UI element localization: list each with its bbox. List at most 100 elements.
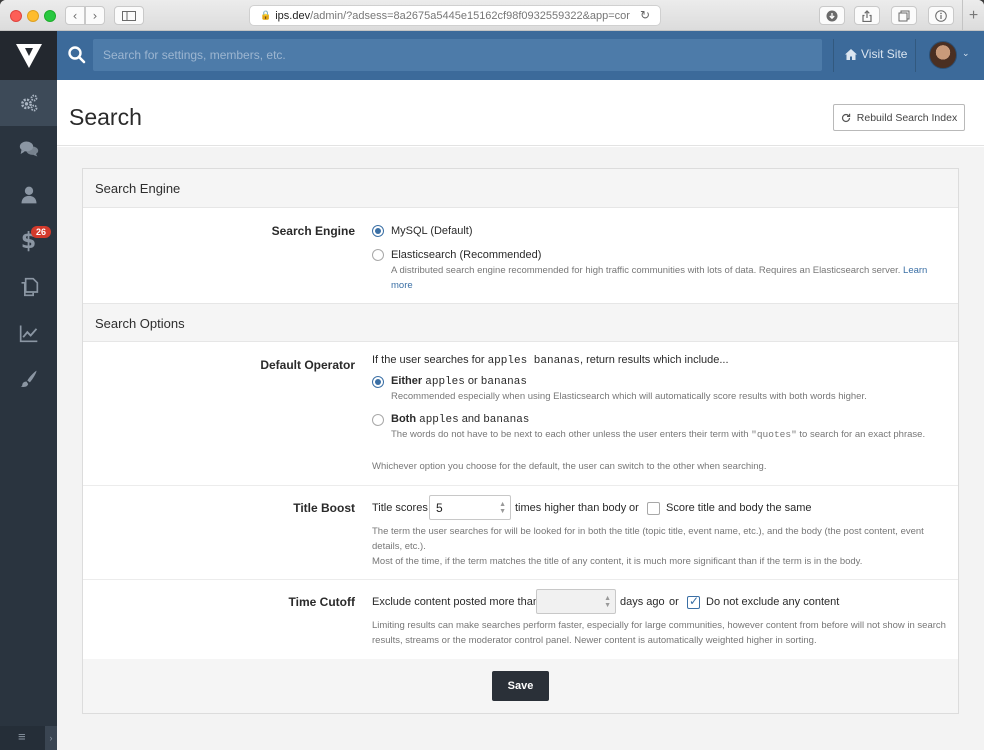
score-same-label: Score title and body the same	[666, 502, 812, 514]
zoom-window-button[interactable]	[44, 10, 56, 22]
brush-icon	[20, 370, 36, 387]
either-term-b: bananas	[480, 376, 527, 388]
close-window-button[interactable]	[10, 10, 22, 22]
both-label: Both apples and bananas	[391, 413, 529, 426]
time-cutoff-prefix: Exclude content posted more than	[372, 596, 539, 608]
forward-icon[interactable]: ›	[85, 6, 105, 25]
engine-option-mysql[interactable]: MySQL (Default)	[372, 225, 473, 237]
sidebar-footer: ≡ ›	[0, 726, 57, 750]
either-term-a: apples	[425, 376, 465, 388]
title-boost-value: 5	[436, 500, 443, 515]
ips-logo[interactable]	[0, 31, 57, 80]
home-icon	[845, 48, 857, 60]
operator-option-either[interactable]: Either apples or bananas	[372, 375, 527, 388]
default-operator-label: Default Operator	[260, 358, 355, 372]
header-divider	[915, 39, 916, 72]
mysql-label: MySQL (Default)	[391, 225, 473, 237]
lock-icon: 🔒	[260, 10, 272, 20]
elasticsearch-radio[interactable]	[372, 249, 384, 261]
section-header-search-options: Search Options	[83, 303, 958, 342]
time-cutoff-label: Time Cutoff	[288, 595, 355, 609]
operator-footer-note: Whichever option you choose for the defa…	[372, 461, 767, 472]
sidebar-item-pages[interactable]	[0, 264, 57, 310]
operator-intro-pre: If the user searches for	[372, 354, 485, 366]
header-divider	[833, 39, 834, 72]
title-boost-suffix: times higher than body	[515, 502, 627, 514]
either-or: or	[467, 375, 478, 387]
either-radio[interactable]	[372, 375, 384, 388]
page-title: Search	[69, 104, 142, 130]
sidebar-item-members[interactable]	[0, 172, 57, 218]
operator-intro: If the user searches for apples bananas,…	[372, 354, 729, 367]
title-boost-or: or	[629, 502, 639, 514]
search-input[interactable]	[93, 39, 822, 71]
title-boost-desc-2: Most of the time, if the term matches th…	[372, 556, 863, 567]
row-divider	[83, 579, 958, 580]
menu-icon[interactable]: ≡	[18, 729, 26, 744]
sidebar-item-customization[interactable]	[0, 356, 57, 402]
browser-window: ‹ › 🔒 ips.dev/admin/?adsess=8a2675a5445e…	[0, 0, 984, 750]
sidebar-item-commerce[interactable]: $ 26	[0, 218, 57, 264]
new-tab-icon[interactable]: +	[962, 0, 984, 31]
form-footer: Save	[83, 659, 958, 713]
stepper-icon[interactable]: ▲ ▼	[604, 595, 611, 609]
url-path: /admin/?adsess=8a2675a5445e15162cf98f093…	[310, 9, 630, 22]
back-icon[interactable]: ‹	[65, 6, 85, 25]
both-desc-pre: The words do not have to be next to each…	[391, 429, 749, 440]
score-same-checkbox[interactable]	[647, 502, 660, 515]
chevron-down-icon[interactable]: ⌄	[962, 48, 970, 59]
browser-toolbar: ‹ › 🔒 ips.dev/admin/?adsess=8a2675a5445e…	[0, 0, 984, 31]
share-icon[interactable]	[854, 6, 880, 25]
tabs-overview-icon[interactable]	[891, 6, 917, 25]
rebuild-search-index-button[interactable]: Rebuild Search Index	[833, 104, 965, 131]
engine-option-elasticsearch[interactable]: Elasticsearch (Recommended)	[372, 249, 541, 261]
comments-icon	[19, 141, 38, 157]
no-exclude-checkbox[interactable]	[687, 594, 700, 609]
section-header-search-engine: Search Engine	[83, 169, 958, 208]
sidebar-item-community[interactable]	[0, 126, 57, 172]
either-label: Either apples or bananas	[391, 375, 527, 388]
both-radio[interactable]	[372, 413, 384, 426]
either-bold: Either	[391, 375, 423, 387]
sidebar-item-system[interactable]	[0, 80, 57, 126]
elasticsearch-description: A distributed search engine recommended …	[391, 263, 951, 293]
avatar[interactable]	[929, 41, 957, 69]
stepper-icon[interactable]: ▲ ▼	[499, 501, 506, 515]
url-host: ips.dev	[275, 9, 311, 22]
admin-header: Visit Site ⌄	[57, 31, 984, 80]
copy-icon	[21, 277, 38, 297]
both-and: and	[461, 413, 481, 425]
info-icon[interactable]	[928, 6, 954, 25]
title-boost-prefix: Title scores	[372, 502, 428, 514]
time-cutoff-input[interactable]: ▲ ▼	[536, 589, 616, 614]
both-bold: Both	[391, 413, 417, 425]
no-exclude-label: Do not exclude any content	[706, 596, 840, 608]
elasticsearch-description-text: A distributed search engine recommended …	[391, 265, 901, 276]
sidebar-toggle-icon[interactable]	[114, 6, 144, 25]
chart-icon	[19, 325, 37, 343]
expand-sidebar-icon[interactable]: ›	[45, 726, 57, 750]
title-boost-input[interactable]: 5 ▲ ▼	[429, 495, 511, 520]
time-cutoff-or: or	[669, 596, 679, 608]
either-description: Recommended especially when using Elasti…	[391, 391, 867, 402]
page-header: Search Rebuild Search Index	[57, 80, 984, 146]
visit-site-link[interactable]: Visit Site	[845, 47, 907, 61]
minimize-window-button[interactable]	[27, 10, 39, 22]
rebuild-button-label: Rebuild Search Index	[856, 111, 958, 124]
elasticsearch-label: Elasticsearch (Recommended)	[391, 249, 542, 261]
operator-option-both[interactable]: Both apples and bananas	[372, 413, 529, 426]
both-desc-term: "quotes"	[751, 429, 797, 440]
title-boost-description: The term the user searches for will be l…	[372, 524, 952, 569]
refresh-icon	[841, 113, 850, 122]
search-settings-form: Search Engine Search Engine MySQL (Defau…	[82, 168, 959, 714]
title-boost-desc-1: The term the user searches for will be l…	[372, 526, 924, 552]
download-icon[interactable]	[819, 6, 845, 25]
row-divider	[83, 485, 958, 486]
save-button[interactable]: Save	[492, 671, 549, 701]
reload-icon[interactable]: ↻	[640, 8, 650, 22]
address-bar[interactable]: 🔒 ips.dev/admin/?adsess=8a2675a5445e1516…	[249, 5, 661, 26]
title-boost-label: Title Boost	[293, 501, 355, 515]
sidebar-item-stats[interactable]	[0, 310, 57, 356]
search-engine-label: Search Engine	[271, 224, 355, 238]
mysql-radio[interactable]	[372, 225, 384, 237]
